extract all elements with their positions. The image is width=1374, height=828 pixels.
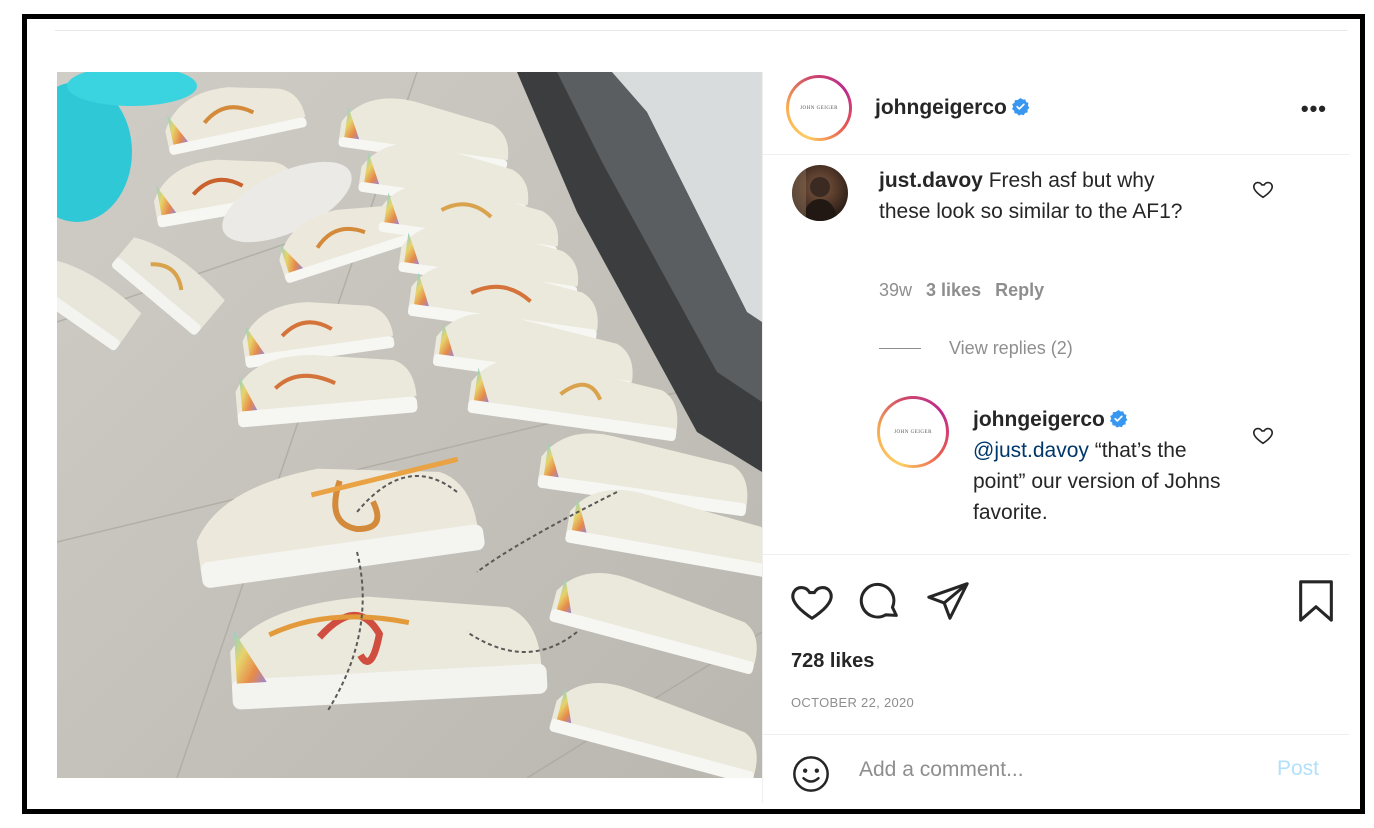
author-username[interactable]: johngeigerco bbox=[875, 96, 1030, 120]
reply-like-heart-icon[interactable] bbox=[1252, 424, 1274, 446]
add-comment-bar: Post bbox=[763, 734, 1349, 803]
reply-avatar[interactable]: JOHN GEIGER bbox=[877, 396, 949, 468]
send-icon[interactable] bbox=[925, 578, 971, 624]
reply-button[interactable]: Reply bbox=[995, 280, 1044, 300]
like-count[interactable]: 728 likes bbox=[791, 650, 874, 673]
divider bbox=[55, 30, 1347, 31]
heart-icon[interactable] bbox=[789, 578, 835, 624]
comment-username[interactable]: just.davoy bbox=[879, 169, 983, 192]
brand-logo: JOHN GEIGER bbox=[800, 105, 838, 111]
post-actions: 728 likes OCTOBER 22, 2020 bbox=[763, 554, 1349, 732]
comments-list: just.davoy Fresh asf but why these look … bbox=[763, 156, 1349, 554]
comment-body: just.davoy Fresh asf but why these look … bbox=[879, 165, 1209, 227]
post-comment-button[interactable]: Post bbox=[1277, 757, 1319, 781]
comment-like-heart-icon[interactable] bbox=[1252, 178, 1274, 200]
divider bbox=[879, 348, 921, 349]
comment-icon[interactable] bbox=[857, 578, 903, 624]
view-replies-button[interactable]: View replies (2) bbox=[879, 338, 1073, 359]
more-options-icon[interactable]: ••• bbox=[1301, 96, 1327, 122]
comment-meta: 39w 3 likes Reply bbox=[879, 280, 1058, 301]
post-sidebar: JOHN GEIGER johngeigerco ••• just.davoy … bbox=[762, 72, 1349, 803]
comment-input[interactable] bbox=[859, 755, 1239, 785]
sneakers-photo bbox=[57, 72, 762, 778]
reply-mention[interactable]: @just.davoy bbox=[973, 439, 1089, 462]
bookmark-icon[interactable] bbox=[1293, 578, 1339, 624]
reply-username[interactable]: johngeigerco bbox=[973, 408, 1105, 431]
reply-body: johngeigerco @just.davoy “that’s the poi… bbox=[973, 404, 1233, 528]
post-header: JOHN GEIGER johngeigerco ••• bbox=[763, 72, 1349, 155]
author-avatar[interactable]: JOHN GEIGER bbox=[786, 75, 852, 141]
commenter-avatar[interactable] bbox=[792, 165, 848, 221]
comment-age: 39w bbox=[879, 280, 913, 300]
smile-icon[interactable] bbox=[791, 754, 831, 794]
verified-badge-icon bbox=[1109, 409, 1128, 428]
post-window: JOHN GEIGER johngeigerco ••• just.davoy … bbox=[22, 14, 1365, 814]
brand-logo: JOHN GEIGER bbox=[894, 429, 932, 435]
post-image[interactable] bbox=[57, 72, 762, 778]
verified-badge-icon bbox=[1011, 97, 1030, 116]
post-date[interactable]: OCTOBER 22, 2020 bbox=[791, 695, 914, 710]
comment-likes[interactable]: 3 likes bbox=[926, 280, 981, 300]
